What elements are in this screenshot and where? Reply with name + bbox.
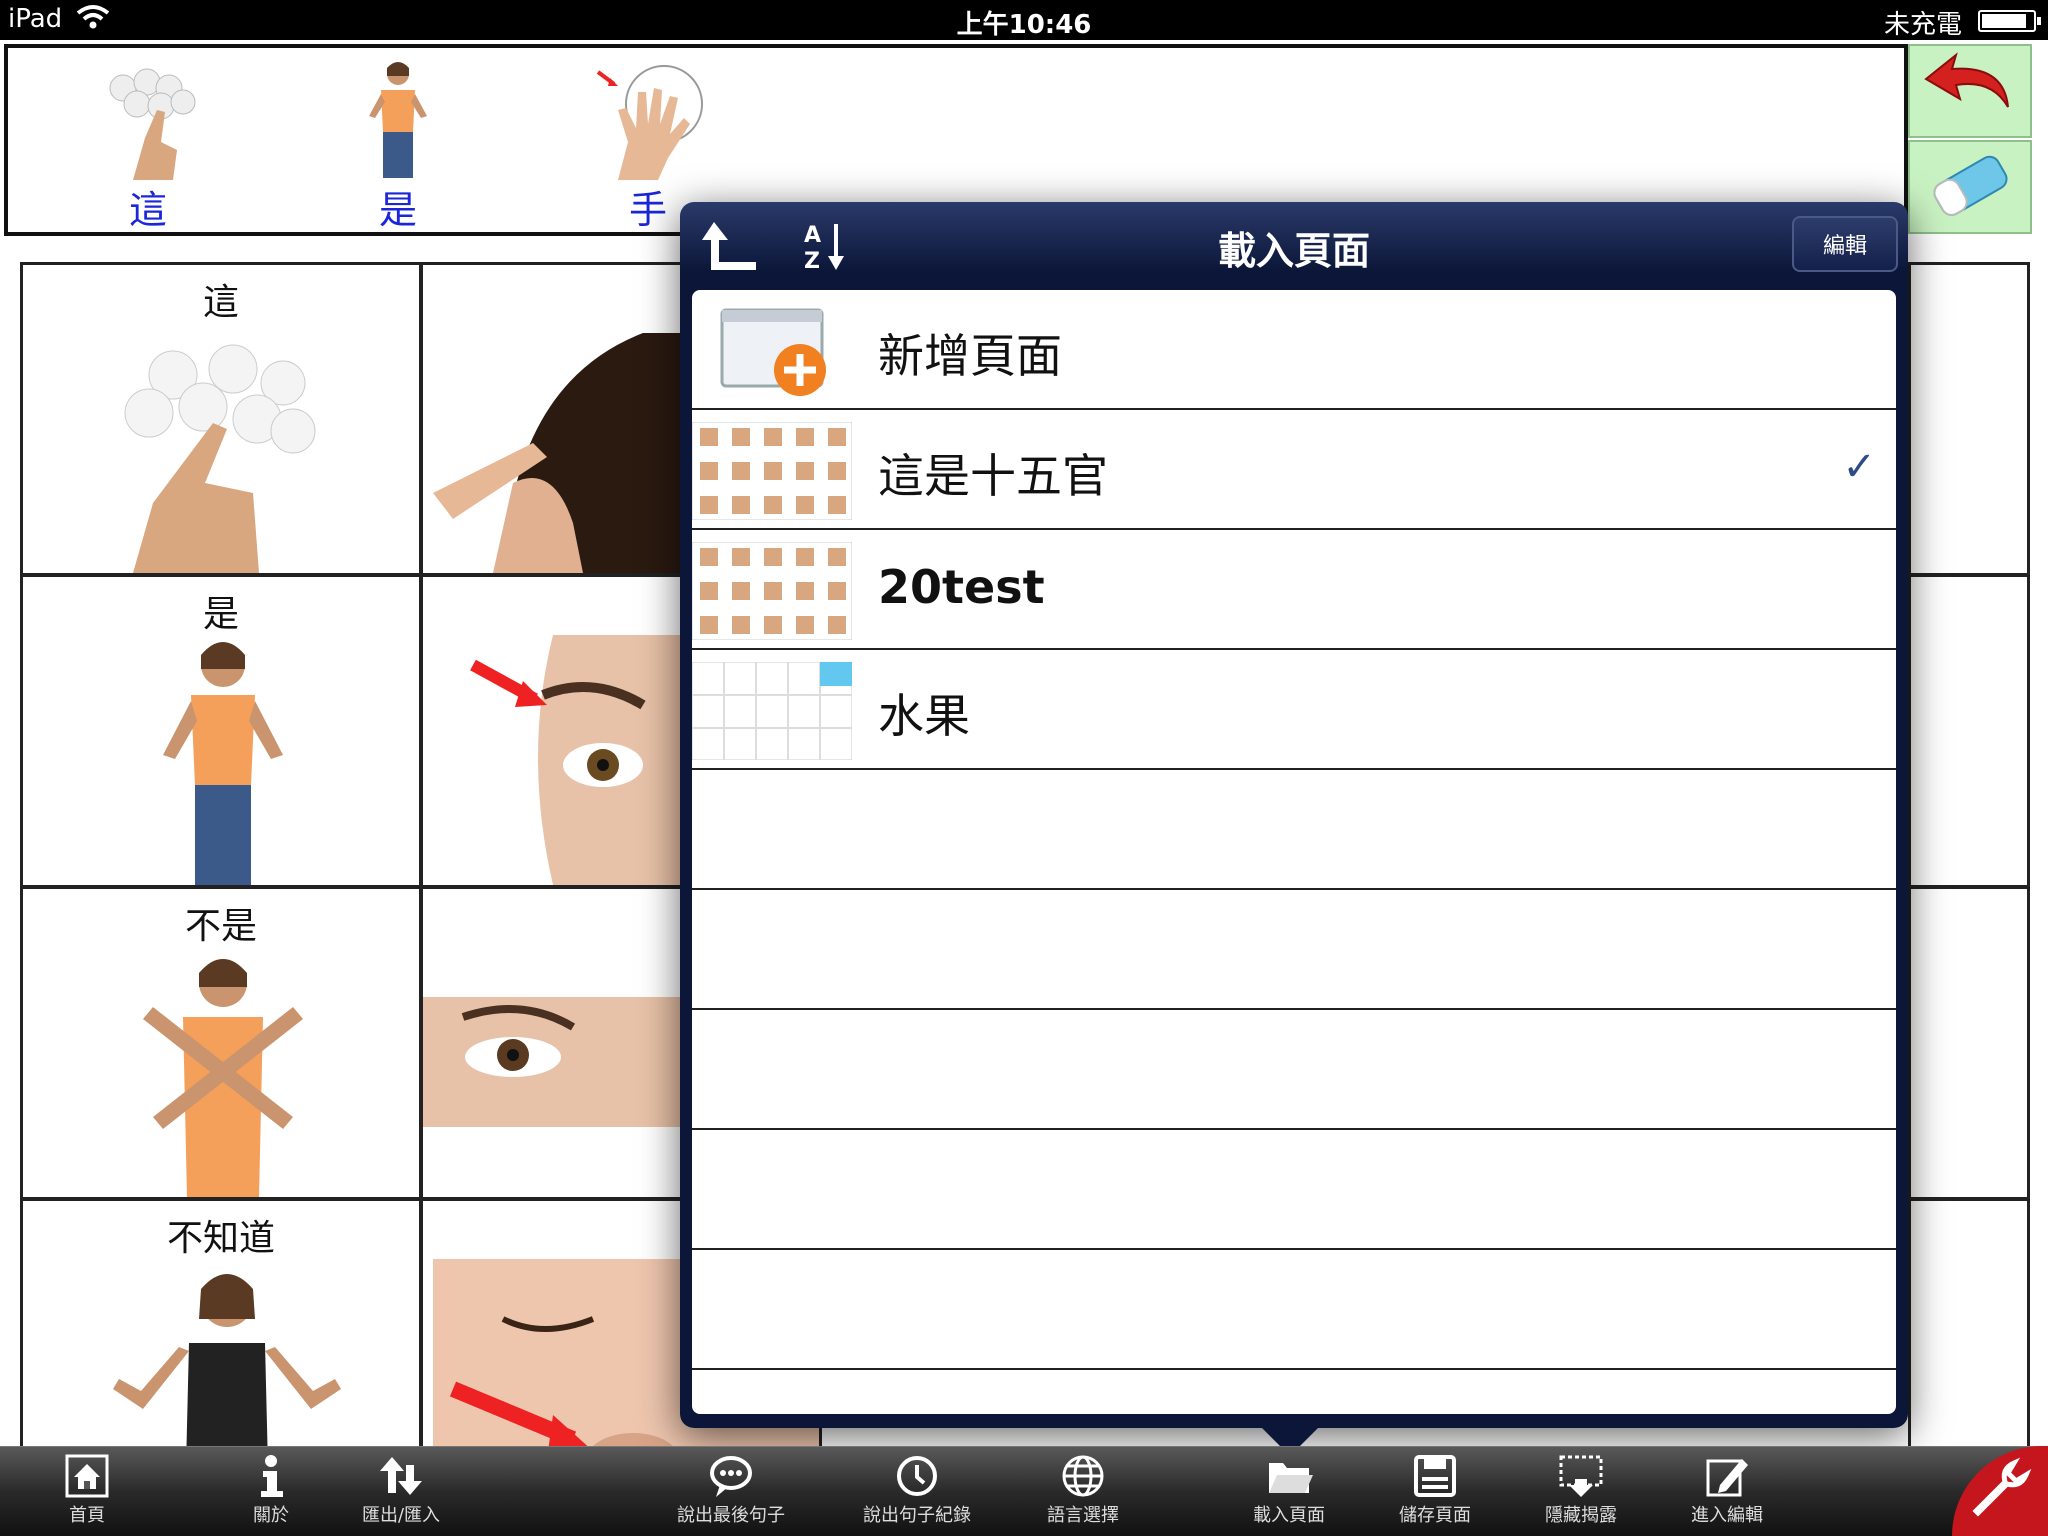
list-item-label: 水果 <box>878 689 970 743</box>
toolbar-label: 進入編輯 <box>1691 1505 1763 1526</box>
info-icon <box>206 1447 336 1505</box>
woman-crossed-arms-icon <box>23 947 419 1197</box>
edit-button[interactable]: 編輯 <box>1792 216 1898 272</box>
popover-title: 載入頁面 <box>1217 229 1370 273</box>
list-item[interactable]: 這是十五官 ✓ <box>692 410 1896 530</box>
toolbar-label: 匯出/匯入 <box>361 1505 441 1526</box>
toolbar-label: 隱藏揭露 <box>1545 1505 1617 1526</box>
clear-button[interactable] <box>1908 140 2032 234</box>
battery-icon <box>1978 10 2041 32</box>
grid-cell[interactable]: 是 <box>20 574 422 888</box>
list-item-label: 20test <box>878 560 1045 614</box>
toolbar-save-page-button[interactable]: 儲存頁面 <box>1370 1447 1500 1536</box>
list-item[interactable]: 20test <box>692 530 1896 650</box>
popover-header: AZ 載入頁面 編輯 <box>680 202 1908 286</box>
clock-icon <box>850 1447 984 1505</box>
list-item-new-page[interactable]: 新增頁面 <box>692 290 1896 410</box>
toolbar-export-import-button[interactable]: 匯出/匯入 <box>336 1447 466 1536</box>
list-item-empty <box>692 890 1896 1010</box>
toolbar-label: 關於 <box>253 1505 289 1526</box>
cell-label: 不知道 <box>166 1218 275 1259</box>
floppy-icon <box>1370 1447 1500 1505</box>
toolbar-label: 語言選擇 <box>1047 1505 1119 1526</box>
charge-status: 未充電 <box>1883 10 1962 40</box>
sentence-word-label: 是 <box>378 188 417 232</box>
page-thumbnail-icon <box>692 541 853 641</box>
toolbar-label: 載入頁面 <box>1253 1505 1325 1526</box>
toolbar-history-button[interactable]: 說出句子紀錄 <box>850 1447 984 1536</box>
sentence-word[interactable]: 是 <box>308 58 488 234</box>
toolbar-speak-last-button[interactable]: 說出最後句子 <box>664 1447 798 1536</box>
checkmark-icon: ✓ <box>1842 444 1876 490</box>
hand-icon <box>558 58 738 186</box>
cell-label: 是 <box>202 594 239 635</box>
bottom-toolbar: 首頁 關於 匯出/匯入 說出最後句子 說出句子紀錄 語言選擇 載入頁面 儲存頁面… <box>0 1446 2048 1536</box>
list-item-empty <box>692 1250 1896 1370</box>
toolbar-label: 首頁 <box>69 1505 105 1526</box>
status-time: 上午10:46 <box>956 10 1092 40</box>
wrench-icon <box>1968 1457 2032 1525</box>
list-item-empty <box>692 1130 1896 1250</box>
toolbar-label: 說出句子紀錄 <box>863 1505 971 1526</box>
status-bar: iPad 上午10:46 未充電 <box>0 0 2048 40</box>
home-icon <box>22 1447 152 1505</box>
pointing-hand-icon <box>23 323 419 573</box>
grid-cell[interactable] <box>1908 262 2030 576</box>
toolbar-home-button[interactable]: 首頁 <box>22 1447 152 1536</box>
pointing-hand-icon <box>58 58 238 186</box>
eraser-icon <box>1920 145 2020 229</box>
page-thumbnail-icon <box>692 421 853 521</box>
list-item-label: 這是十五官 <box>878 449 1108 503</box>
toolbar-label: 說出最後句子 <box>677 1505 785 1526</box>
cell-label: 不是 <box>184 906 257 947</box>
speech-bubble-icon <box>664 1447 798 1505</box>
undo-arrow-icon <box>1922 49 2018 133</box>
toolbar-edit-mode-button[interactable]: 進入編輯 <box>1662 1447 1792 1536</box>
hide-reveal-icon <box>1516 1447 1646 1505</box>
list-item[interactable]: 水果 <box>692 650 1896 770</box>
page-thumbnail-icon <box>692 661 853 761</box>
undo-button[interactable] <box>1908 44 2032 138</box>
list-item-empty <box>692 1010 1896 1130</box>
grid-cell[interactable] <box>1908 574 2030 888</box>
woman-icon <box>23 635 419 885</box>
edit-icon <box>1662 1447 1792 1505</box>
list-item-empty <box>692 770 1896 890</box>
export-import-icon <box>336 1447 466 1505</box>
globe-icon <box>1018 1447 1148 1505</box>
grid-cell[interactable]: 這 <box>20 262 422 576</box>
sentence-word-label: 這 <box>128 188 167 232</box>
folder-icon <box>1224 1447 1354 1505</box>
sentence-word[interactable]: 這 <box>58 58 238 234</box>
load-page-popover: AZ 載入頁面 編輯 新增頁面 這是十五官 ✓ 20test 水果 <box>680 202 1908 1428</box>
toolbar-hide-reveal-button[interactable]: 隱藏揭露 <box>1516 1447 1646 1536</box>
grid-cell[interactable] <box>1908 886 2030 1200</box>
toolbar-label: 儲存頁面 <box>1399 1505 1471 1526</box>
woman-icon <box>308 58 488 186</box>
toolbar-load-page-button[interactable]: 載入頁面 <box>1224 1447 1354 1536</box>
toolbar-about-button[interactable]: 關於 <box>206 1447 336 1536</box>
cell-label: 這 <box>202 282 239 323</box>
grid-cell[interactable]: 不是 <box>20 886 422 1200</box>
toolbar-language-button[interactable]: 語言選擇 <box>1018 1447 1148 1536</box>
new-page-icon <box>692 302 852 400</box>
list-item-label: 新增頁面 <box>878 329 1062 383</box>
page-list: 新增頁面 這是十五官 ✓ 20test 水果 <box>692 290 1896 1414</box>
